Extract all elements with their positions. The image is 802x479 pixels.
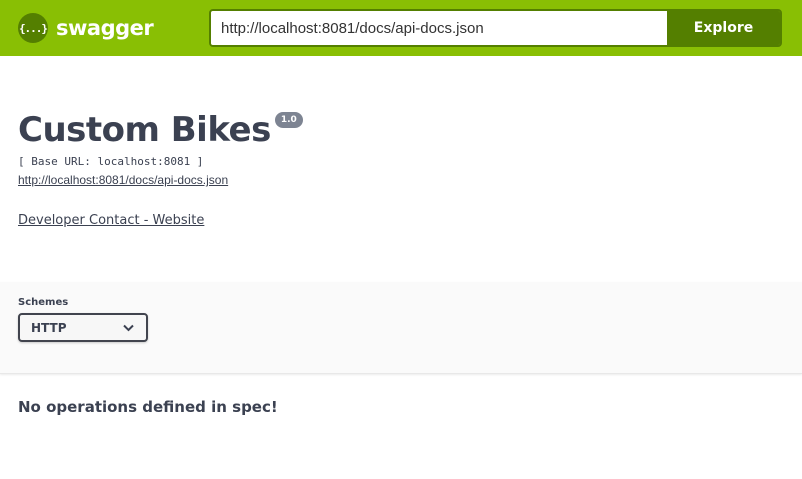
explore-button[interactable]: Explore (667, 11, 780, 45)
api-title: Custom Bikes (18, 110, 271, 150)
api-info: Custom Bikes 1.0 [ Base URL: localhost:8… (18, 104, 778, 229)
no-operations-message: No operations defined in spec! (18, 398, 278, 416)
spec-url-input[interactable] (211, 11, 667, 45)
topbar: {...} swagger Explore (0, 0, 802, 56)
schemes-selected-value: HTTP (31, 320, 67, 335)
swagger-braces-icon: {...} (18, 13, 48, 43)
brand-name: swagger (56, 16, 154, 40)
schemes-label: Schemes (18, 297, 69, 308)
swagger-logo[interactable]: {...} swagger (18, 13, 154, 43)
schemes-select[interactable]: HTTP (18, 313, 148, 342)
title-row: Custom Bikes 1.0 (18, 104, 778, 156)
logo-glyph: {...} (18, 21, 48, 35)
developer-contact-link[interactable]: Developer Contact - Website (18, 213, 204, 228)
version-badge: 1.0 (274, 112, 303, 128)
base-url: [ Base URL: localhost:8081 ] (18, 155, 204, 168)
url-form: Explore (209, 9, 782, 47)
chevron-down-icon (123, 324, 134, 331)
schemes-section: Schemes HTTP (0, 282, 802, 374)
spec-url-link[interactable]: http://localhost:8081/docs/api-docs.json (18, 173, 228, 187)
